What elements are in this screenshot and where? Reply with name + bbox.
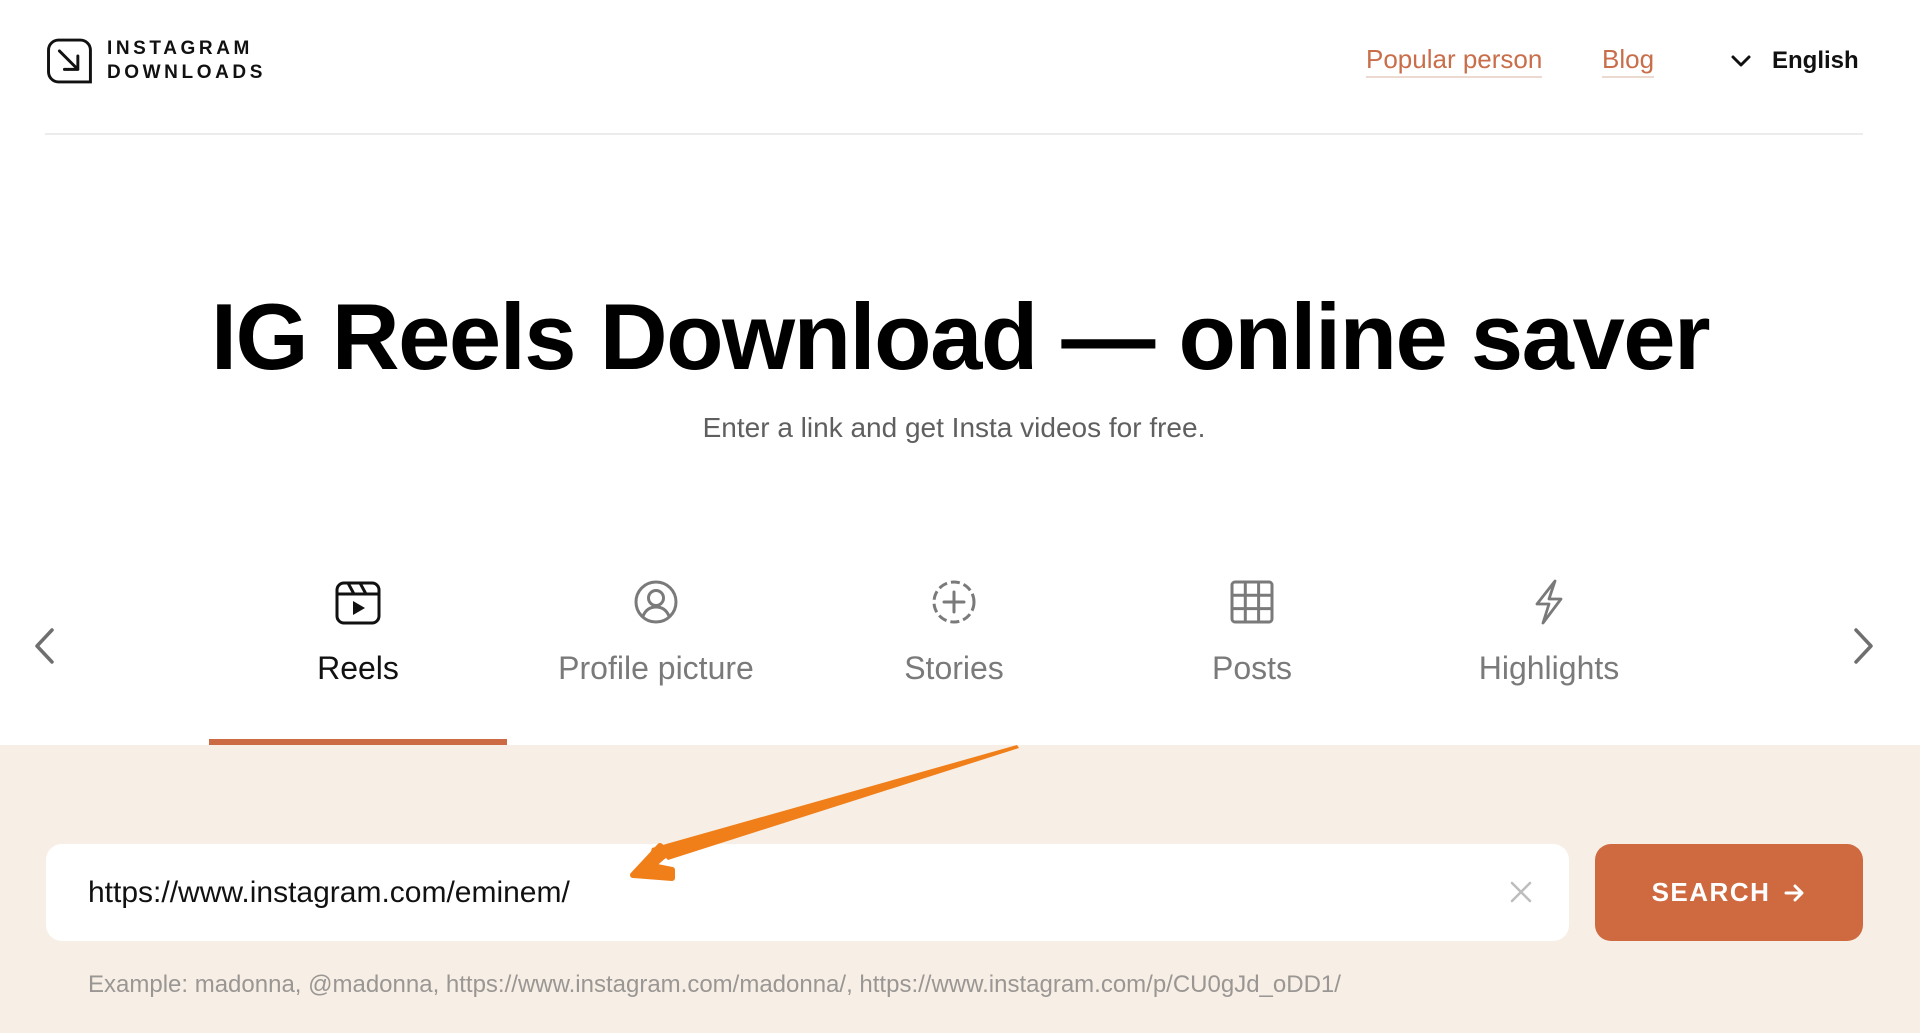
- tab-label: Stories: [904, 650, 1004, 686]
- page-title: IG Reels Download — online saver: [210, 284, 1711, 389]
- search-button-label: SEARCH: [1651, 877, 1771, 907]
- nav-link-blog[interactable]: Blog: [1602, 44, 1655, 78]
- tab-label: Posts: [1211, 650, 1293, 686]
- search-input-box: [46, 844, 1569, 941]
- tab-highlights[interactable]: Highlights: [1400, 578, 1698, 745]
- language-selector[interactable]: English: [1728, 44, 1859, 78]
- tab-label: Reels: [317, 650, 399, 686]
- nav-link-popular-person[interactable]: Popular person: [1366, 44, 1543, 78]
- tab-posts[interactable]: Posts: [1103, 578, 1401, 745]
- profile-icon: [634, 580, 678, 624]
- logo-text: INSTAGRAM DOWNLOADS: [107, 37, 266, 85]
- logo-line2: DOWNLOADS: [106, 62, 266, 83]
- tab-reels[interactable]: Reels: [209, 578, 507, 745]
- stories-icon: [932, 580, 976, 624]
- close-icon[interactable]: [1508, 879, 1534, 905]
- header-divider: [45, 133, 1863, 135]
- search-input[interactable]: [88, 844, 1468, 941]
- chevron-left-icon[interactable]: [28, 624, 62, 668]
- search-button[interactable]: SEARCH: [1595, 844, 1863, 941]
- search-example-hint: Example: madonna, @madonna, https://www.…: [88, 971, 1341, 998]
- grid-icon: [1230, 580, 1274, 624]
- active-tab-indicator: [209, 739, 507, 745]
- tab-label: Highlights: [1478, 650, 1620, 686]
- arrow-right-icon: [1784, 884, 1804, 901]
- chevron-down-icon: [1731, 55, 1751, 67]
- logo-line1: INSTAGRAM: [106, 38, 253, 59]
- language-label: English: [1772, 47, 1859, 74]
- lightning-icon: [1535, 579, 1563, 625]
- logo[interactable]: INSTAGRAM DOWNLOADS: [46, 32, 266, 90]
- arrow-down-right-box-icon: [47, 38, 92, 84]
- page-subtitle: Enter a link and get Insta videos for fr…: [702, 412, 1206, 443]
- tab-stories[interactable]: Stories: [805, 578, 1103, 745]
- chevron-right-icon[interactable]: [1846, 624, 1880, 668]
- reels-icon: [335, 581, 381, 625]
- tab-profile-picture[interactable]: Profile picture: [507, 578, 805, 745]
- tab-label: Profile picture: [558, 650, 754, 686]
